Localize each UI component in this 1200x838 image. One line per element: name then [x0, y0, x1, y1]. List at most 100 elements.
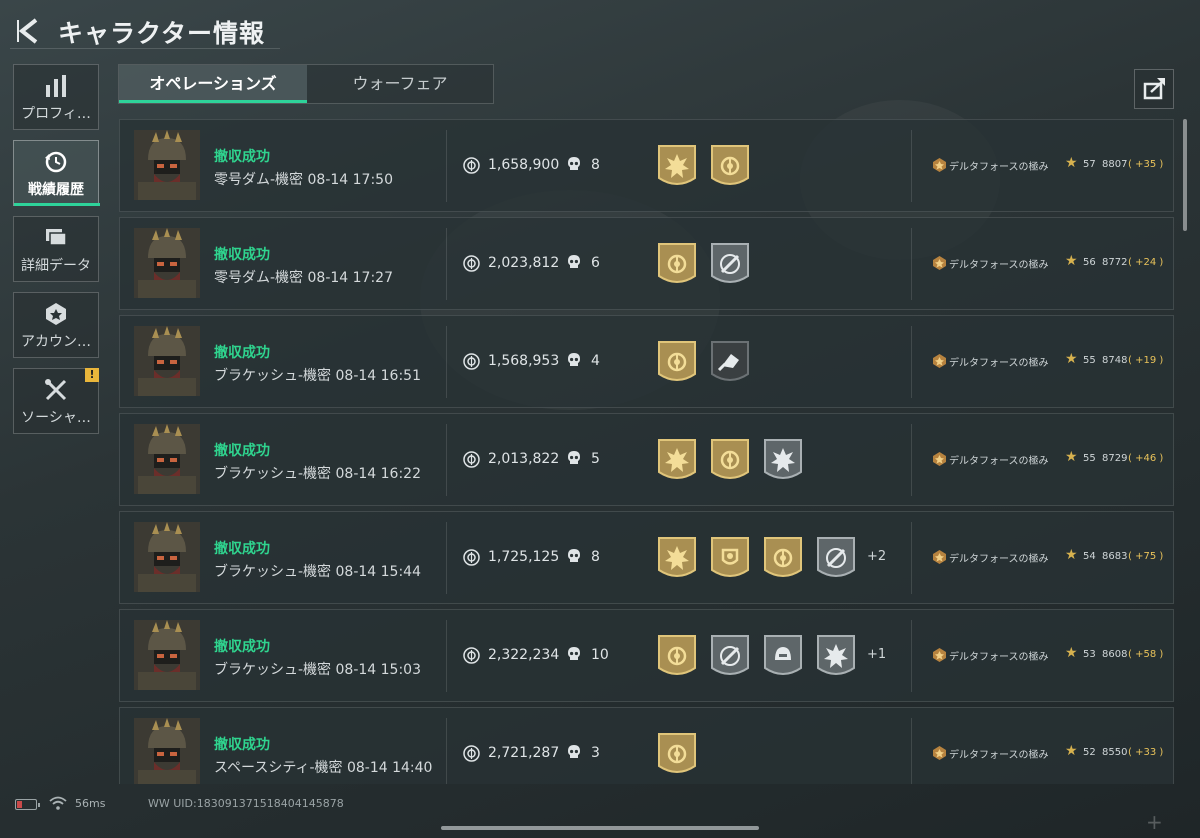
extraction-status: 撤収成功 [214, 247, 270, 263]
medal-gold-burst-icon [656, 144, 698, 190]
rank-points: 8748 [1102, 355, 1128, 366]
map-and-time: スペースシティ-機密 08-14 14:40 [214, 760, 433, 776]
column-divider [446, 522, 447, 594]
medal-silver-burst-icon [762, 438, 804, 484]
column-divider [446, 424, 447, 496]
history-icon [14, 149, 98, 179]
map-and-time: 零号ダム-機密 08-14 17:27 [214, 270, 393, 286]
star-icon: ★ [1065, 743, 1078, 759]
sidebar-item-label: プロフィ… [21, 106, 91, 122]
value-coin-icon [463, 255, 480, 272]
column-divider [911, 620, 912, 692]
rank-points: 8729 [1102, 453, 1128, 464]
column-divider [911, 326, 912, 398]
medal-gold-emblem-icon [656, 340, 698, 386]
skull-icon [568, 451, 580, 464]
rank-name: デルタフォースの極み [949, 260, 1049, 271]
back-button[interactable] [14, 16, 42, 46]
medal-silver-crosshair-icon [815, 536, 857, 582]
rank-level: 55 [1083, 355, 1096, 366]
rank-level: 53 [1083, 649, 1096, 660]
skull-icon [568, 353, 580, 366]
scrollbar[interactable] [1183, 119, 1187, 231]
rank-points: 8807 [1102, 159, 1128, 170]
column-divider [911, 228, 912, 300]
star-icon: ★ [1065, 449, 1078, 465]
page-title: キャラクター情報 [58, 19, 266, 48]
skull-icon [568, 549, 580, 562]
column-divider [911, 424, 912, 496]
kill-count: 4 [591, 353, 600, 369]
value-coin-icon [463, 451, 480, 468]
match-row[interactable]: 撤収成功 ブラケッシュ-機密 08-14 15:44 1,725,125 8 +2 デルタ… [119, 511, 1174, 604]
match-row[interactable]: 撤収成功 ブラケッシュ-機密 08-14 16:51 1,568,953 4 デルタフォ… [119, 315, 1174, 408]
map-and-time: ブラケッシュ-機密 08-14 15:44 [214, 564, 421, 580]
bar-chart-icon [14, 73, 98, 103]
rank-points-change: ( +33 ) [1128, 747, 1164, 758]
battery-icon [15, 799, 40, 810]
sidebar-item-history[interactable]: 戦績履歴 [13, 140, 100, 206]
match-row[interactable]: 撤収成功 ブラケッシュ-機密 08-14 15:03 2,322,234 10 +1 デル… [119, 609, 1174, 702]
kill-count: 8 [591, 549, 600, 565]
kill-count: 10 [591, 647, 609, 663]
asset-value: 1,658,900 [488, 157, 560, 173]
rank-points: 8772 [1102, 257, 1128, 268]
extraction-status: 撤収成功 [214, 443, 270, 459]
header: キャラクター情報 [0, 0, 1200, 60]
sidebar-item-details[interactable]: 詳細データ [13, 216, 99, 282]
match-row[interactable]: 撤収成功 零号ダム-機密 08-14 17:50 1,658,900 8 デルタフォース… [119, 119, 1174, 212]
home-indicator[interactable] [441, 826, 759, 830]
tab-warfare[interactable]: ウォーフェア [307, 65, 493, 103]
operator-avatar [134, 522, 200, 592]
more-medals-count: +2 [867, 549, 887, 564]
sidebar-item-social[interactable]: ソーシャ… ! [13, 368, 99, 434]
column-divider [446, 620, 447, 692]
value-coin-icon [463, 549, 480, 566]
rank-points: 8550 [1102, 747, 1128, 758]
rank-name: デルタフォースの極み [949, 554, 1049, 565]
rank-points-change: ( +75 ) [1128, 551, 1164, 562]
match-row[interactable]: 撤収成功 スペースシティ-機密 08-14 14:40 2,721,287 3 デルタフ… [119, 707, 1174, 784]
medal-gold-emblem-icon [709, 438, 751, 484]
medal-dark-hand-icon [709, 340, 751, 386]
operator-avatar [134, 326, 200, 396]
rank-points-change: ( +46 ) [1128, 453, 1164, 464]
rank-badge-icon [933, 158, 946, 172]
map-and-time: ブラケッシュ-機密 08-14 16:22 [214, 466, 421, 482]
rank-badge-icon [933, 452, 946, 466]
map-and-time: ブラケッシュ-機密 08-14 16:51 [214, 368, 421, 384]
star-icon: ★ [1065, 155, 1078, 171]
star-icon: ★ [1065, 253, 1078, 269]
sidebar-item-label: ソーシャ… [21, 410, 91, 426]
uid-text: WW UID:183091371518404145878 [148, 797, 344, 810]
rank-level: 52 [1083, 747, 1096, 758]
skull-icon [568, 255, 580, 268]
rank-name: デルタフォースの極み [949, 652, 1049, 663]
rank-points-change: ( +24 ) [1128, 257, 1164, 268]
column-divider [446, 130, 447, 202]
rank-level: 54 [1083, 551, 1096, 562]
skull-icon [568, 647, 580, 660]
tab-operations[interactable]: オペレーションズ [119, 65, 307, 103]
match-row[interactable]: 撤収成功 零号ダム-機密 08-14 17:27 2,023,812 6 デルタフォース… [119, 217, 1174, 310]
sidebar-item-label: 戦績履歴 [28, 182, 84, 198]
extraction-status: 撤収成功 [214, 541, 270, 557]
star-icon: ★ [1065, 645, 1078, 661]
share-button[interactable] [1134, 69, 1174, 109]
title-divider [10, 48, 280, 49]
sidebar-item-profile[interactable]: プロフィ… [13, 64, 99, 130]
footer: 56ms WW UID:183091371518404145878 + [0, 784, 1200, 838]
value-coin-icon [463, 353, 480, 370]
operator-avatar [134, 424, 200, 494]
match-row[interactable]: 撤収成功 ブラケッシュ-機密 08-14 16:22 2,013,822 5 デルタフォ… [119, 413, 1174, 506]
extraction-status: 撤収成功 [214, 149, 270, 165]
extraction-status: 撤収成功 [214, 345, 270, 361]
asset-value: 2,013,822 [488, 451, 560, 467]
operator-avatar [134, 620, 200, 690]
sidebar-item-account[interactable]: アカウン… [13, 292, 99, 358]
rank-badge-icon [933, 746, 946, 760]
kill-count: 5 [591, 451, 600, 467]
rank-badge-icon [933, 648, 946, 662]
rank-points-change: ( +58 ) [1128, 649, 1164, 660]
rank-points: 8683 [1102, 551, 1128, 562]
